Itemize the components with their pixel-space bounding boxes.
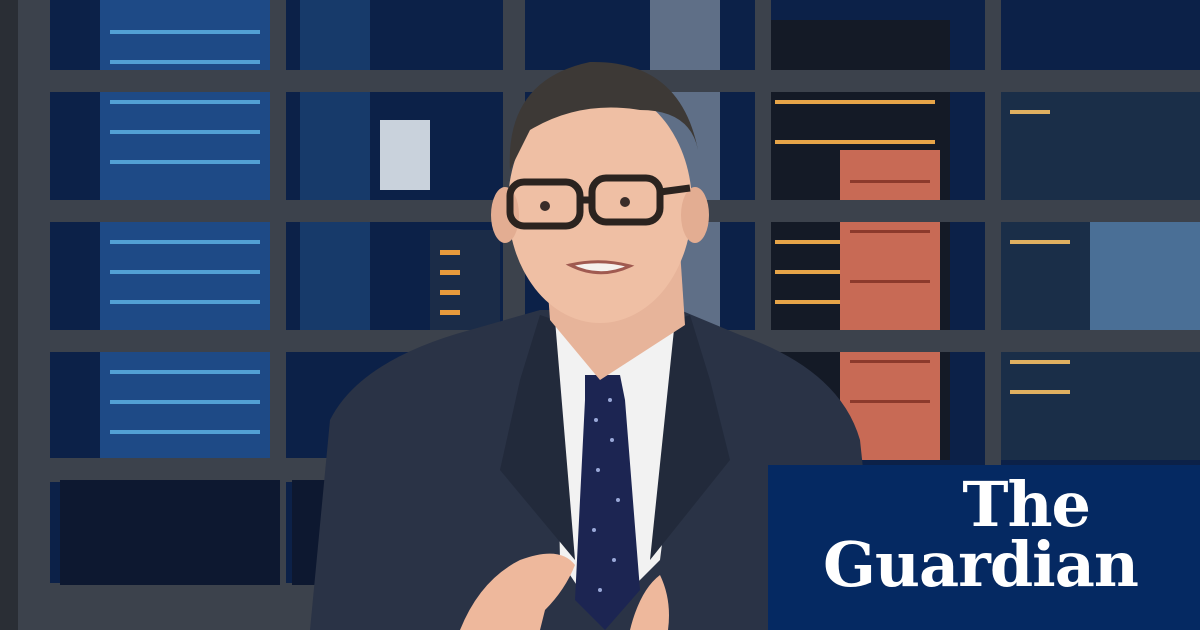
- logo-line-the: The: [962, 468, 1091, 541]
- video-still: The Guardian: [0, 0, 1200, 630]
- logo-wordmark: The Guardian: [822, 468, 1139, 601]
- logo-line-guardian: Guardian: [822, 528, 1139, 601]
- guardian-logo: The Guardian: [768, 465, 1200, 630]
